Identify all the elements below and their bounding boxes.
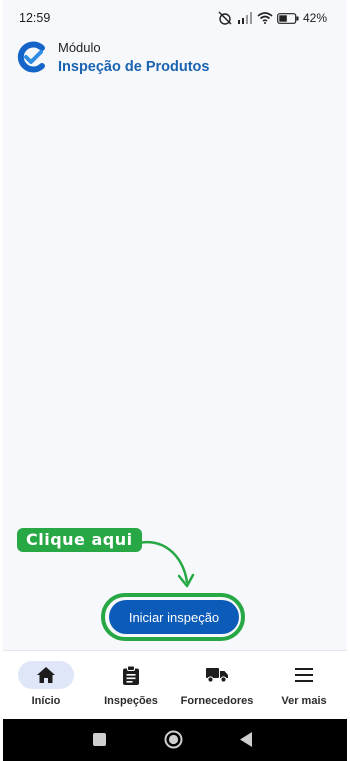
app-header: Módulo Inspeção de Produtos — [3, 36, 347, 82]
status-bar: 12:59 42% — [3, 0, 347, 36]
home-icon — [37, 667, 55, 683]
nav-icon-wrapper — [189, 661, 245, 689]
system-navigation-bar — [3, 719, 347, 761]
nav-label-inicio: Início — [31, 695, 61, 707]
signal-icon — [237, 12, 252, 24]
battery-level: 42% — [302, 11, 327, 25]
nav-active-indicator — [18, 661, 74, 689]
home-button-icon[interactable] — [164, 730, 183, 749]
nav-item-inspecoes[interactable]: Inspeções — [91, 651, 171, 720]
app-logo-icon — [17, 41, 45, 73]
recents-icon[interactable] — [93, 733, 106, 746]
module-label: Módulo — [58, 40, 101, 55]
clipboard-icon — [123, 665, 139, 685]
app-screen: 12:59 42% Módulo Inspeção de Produtos Cl… — [3, 0, 347, 761]
nav-icon-wrapper — [103, 661, 159, 689]
battery-icon — [277, 12, 299, 24]
nav-item-fornecedores[interactable]: Fornecedores — [175, 651, 259, 720]
status-icons: 42% — [218, 10, 327, 26]
status-time: 12:59 — [19, 11, 51, 25]
hint-bubble: Clique aqui — [17, 528, 142, 552]
nav-item-ver-mais[interactable]: Ver mais — [265, 651, 343, 720]
menu-icon — [295, 668, 313, 682]
page-title: Inspeção de Produtos — [58, 59, 210, 75]
nav-item-inicio[interactable]: Início — [7, 651, 85, 720]
truck-icon — [206, 668, 228, 683]
nav-label-fornecedores: Fornecedores — [180, 695, 254, 707]
start-inspection-button[interactable]: Iniciar inspeção — [109, 600, 239, 634]
hint-arrow-icon — [133, 540, 195, 588]
nav-icon-wrapper — [276, 661, 332, 689]
nav-label-inspecoes: Inspeções — [104, 695, 158, 707]
nav-label-ver-mais: Ver mais — [281, 695, 327, 707]
wifi-icon — [257, 12, 273, 24]
bottom-navigation: Início Inspeções Fornecedores Ver mais — [3, 650, 347, 720]
alarm-muted-icon — [218, 11, 232, 25]
back-icon[interactable] — [240, 732, 252, 747]
